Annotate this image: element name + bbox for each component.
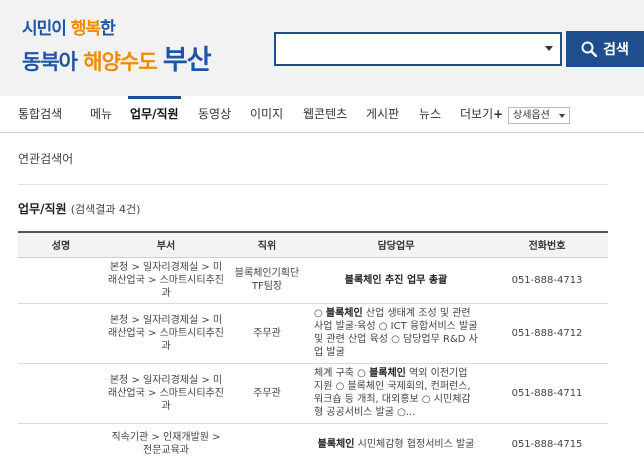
section-title: 업무/직원 (검색결과 4건) (18, 202, 141, 216)
tab-more[interactable]: 더보기+ (460, 96, 503, 133)
tab-video[interactable]: 동영상 (198, 96, 231, 133)
results-table: 성명 부서 직위 담당업무 전화번호 본청 > 일자리경제실 > 미래산업국 >… (18, 231, 608, 457)
header-name: 성명 (18, 231, 104, 258)
chevron-down-icon (559, 114, 565, 118)
cell-duty: 블록체인 추진 업무 총괄 (306, 257, 486, 304)
tab-menu[interactable]: 메뉴 (90, 96, 112, 133)
cell-duty: ○ 블록체인 산업 생태계 조성 및 관련 사업 발굴·육성 ○ ICT 융합서… (306, 303, 486, 364)
table-row: 본청 > 일자리경제실 > 미래산업국 > 스마트시티추진과 주무관 ○ 블록체… (18, 303, 608, 364)
cell-name (18, 303, 104, 364)
logo-slogan-line2: 동북아 해양수도 부산 (22, 45, 212, 76)
table-row: 본청 > 일자리경제실 > 미래산업국 > 스마트시티추진과 주무관 체계 구축… (18, 363, 608, 424)
cell-phone: 051-888-4712 (486, 303, 608, 364)
cell-position: 주무관 (228, 363, 306, 424)
cell-position (228, 423, 306, 457)
cell-position: 블록체인기획단TF팀장 (228, 257, 306, 304)
header-dept: 부서 (104, 231, 228, 258)
tab-integrated[interactable]: 통합검색 (18, 96, 62, 133)
cell-name (18, 257, 104, 304)
cell-duty: 체계 구축 ○ 블록체인 역외 이전기업 지원 ○ 블록체인 국제회의, 컨퍼런… (306, 363, 486, 424)
cell-name (18, 423, 104, 457)
logo-slogan-line1: 시민이 행복한 (22, 19, 116, 39)
header-duty: 담당업무 (306, 231, 486, 258)
cell-dept: 본청 > 일자리경제실 > 미래산업국 > 스마트시티추진과 (104, 303, 228, 364)
cell-phone: 051-888-4713 (486, 257, 608, 304)
tab-image[interactable]: 이미지 (250, 96, 283, 133)
cell-dept: 본청 > 일자리경제실 > 미래산업국 > 스마트시티추진과 (104, 363, 228, 424)
cell-name (18, 363, 104, 424)
tab-news[interactable]: 뉴스 (419, 96, 441, 133)
header-position: 직위 (228, 231, 306, 258)
detail-options-select[interactable]: 상세옵션 (508, 107, 570, 124)
cell-duty: 블록체인 시민체감형 협정서비스 발굴 (306, 423, 486, 457)
table-row: 본청 > 일자리경제실 > 미래산업국 > 스마트시티추진과 블록체인기획단TF… (18, 257, 608, 304)
tab-web-content[interactable]: 웹콘텐츠 (303, 96, 347, 133)
table-row: 직속기관 > 인재개발원 > 전문교육과 블록체인 시민체감형 협정서비스 발굴… (18, 423, 608, 457)
cell-dept: 직속기관 > 인재개발원 > 전문교육과 (104, 423, 228, 457)
tab-work-staff[interactable]: 업무/직원 (128, 96, 181, 133)
related-keywords-label: 연관검색어 (18, 152, 74, 166)
cell-phone: 051-888-4715 (486, 423, 608, 457)
search-button-label: 검색 (603, 42, 629, 58)
busan-logo[interactable]: 시민이 행복한 동북아 해양수도 부산 (22, 14, 212, 76)
header-phone: 전화번호 (486, 231, 608, 258)
tab-board[interactable]: 게시판 (366, 96, 399, 133)
search-input[interactable] (274, 32, 562, 66)
cell-phone: 051-888-4711 (486, 363, 608, 424)
site-header: 시민이 행복한 동북아 해양수도 부산 검색 (0, 0, 644, 96)
cell-dept: 본청 > 일자리경제실 > 미래산업국 > 스마트시티추진과 (104, 257, 228, 304)
search-icon (581, 41, 598, 57)
cell-position: 주무관 (228, 303, 306, 364)
chevron-down-icon[interactable] (545, 46, 553, 51)
search-button[interactable]: 검색 (566, 31, 644, 67)
divider (18, 184, 608, 185)
